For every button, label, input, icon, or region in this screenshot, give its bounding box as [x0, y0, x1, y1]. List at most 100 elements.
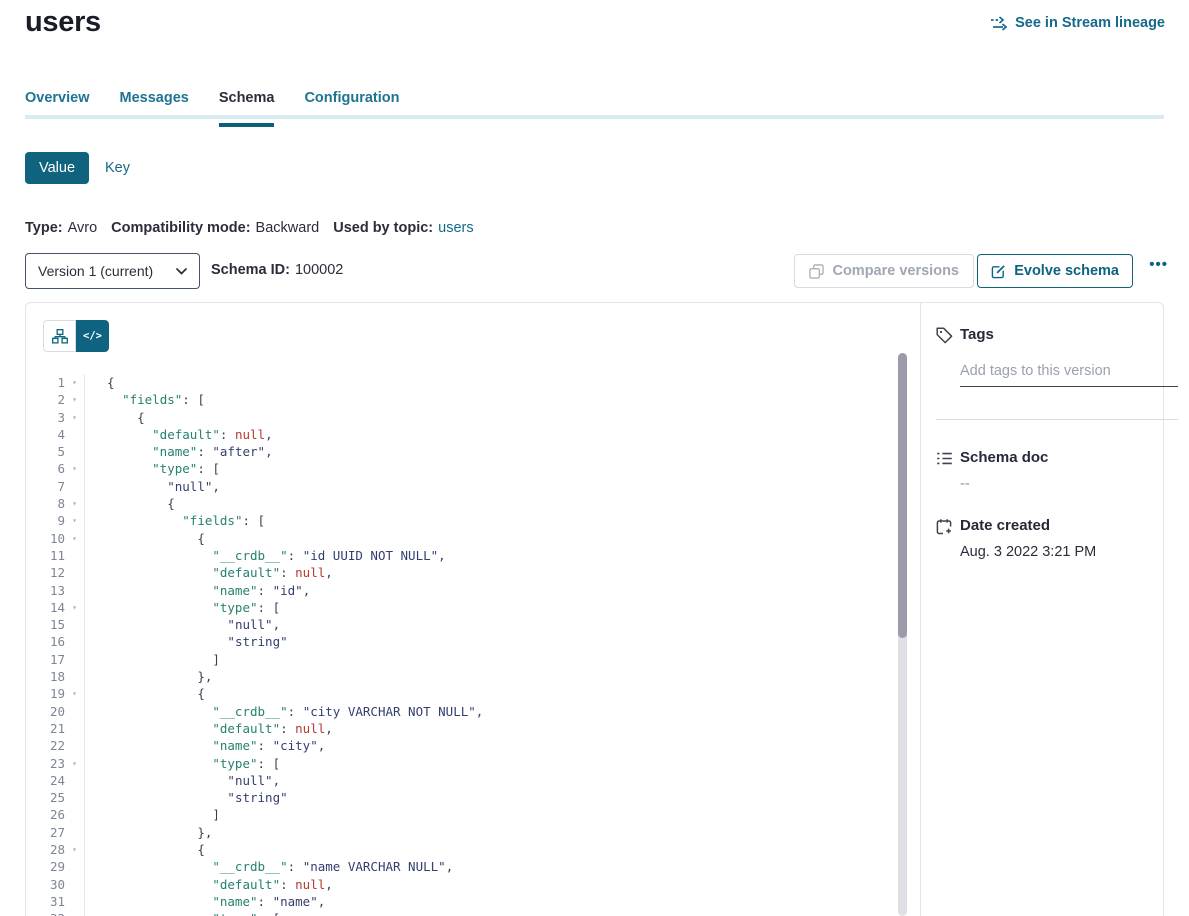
line-number: 6 [26, 460, 65, 477]
line-number: 20 [26, 703, 65, 720]
code-line: 17 ] [26, 651, 898, 668]
tab-overview[interactable]: Overview [25, 90, 90, 127]
code-line: 16 "string" [26, 633, 898, 650]
line-number: 10 [26, 530, 65, 547]
code-text: ] [85, 806, 220, 823]
code-text: "type": [ [85, 599, 280, 616]
code-line: 22 "name": "city", [26, 737, 898, 754]
panel-divider [920, 303, 921, 916]
fold-toggle-icon[interactable]: ▾ [65, 512, 85, 529]
code-text: "null", [85, 478, 220, 495]
fold-toggle-icon[interactable]: ▾ [65, 391, 85, 408]
code-line: 23▾ "type": [ [26, 755, 898, 772]
value-toggle-button[interactable]: Value [25, 152, 89, 184]
schema-doc-icon [936, 450, 954, 468]
code-line: 25 "string" [26, 789, 898, 806]
date-created-title: Date created [960, 517, 1050, 534]
code-text: "null", [85, 772, 280, 789]
line-number: 25 [26, 789, 65, 806]
tab-bar: Overview Messages Schema Configuration [25, 90, 400, 127]
tab-schema[interactable]: Schema [219, 90, 275, 127]
fold-toggle-icon[interactable]: ▾ [65, 495, 85, 512]
fold-toggle-icon[interactable]: ▾ [65, 409, 85, 426]
code-line: 24 "null", [26, 772, 898, 789]
code-view-icon: </> [83, 330, 102, 342]
tab-configuration[interactable]: Configuration [304, 90, 399, 127]
fold-toggle-icon[interactable]: ▾ [65, 599, 85, 616]
line-number: 29 [26, 858, 65, 875]
tab-messages[interactable]: Messages [120, 90, 189, 127]
fold-gutter [65, 893, 85, 910]
tree-view-button[interactable] [43, 320, 76, 352]
fold-toggle-icon[interactable]: ▾ [65, 530, 85, 547]
used-by-topic-link[interactable]: users [438, 220, 473, 236]
code-text: { [85, 530, 205, 547]
fold-toggle-icon[interactable]: ▾ [65, 841, 85, 858]
code-line: 6▾ "type": [ [26, 460, 898, 477]
code-line: 14▾ "type": [ [26, 599, 898, 616]
code-line: 3▾ { [26, 409, 898, 426]
code-text: "null", [85, 616, 280, 633]
fold-gutter [65, 876, 85, 893]
fold-gutter [65, 547, 85, 564]
code-line: 5 "name": "after", [26, 443, 898, 460]
code-line: 30 "default": null, [26, 876, 898, 893]
editor-scrollbar-track[interactable] [898, 353, 907, 916]
code-text: "default": null, [85, 720, 333, 737]
line-number: 32 [26, 910, 65, 916]
more-options-button[interactable]: ••• [1143, 255, 1174, 274]
line-number: 14 [26, 599, 65, 616]
edit-icon [991, 264, 1006, 279]
evolve-schema-button[interactable]: Evolve schema [977, 254, 1133, 288]
stream-lineage-icon [990, 16, 1008, 31]
fold-toggle-icon[interactable]: ▾ [65, 910, 85, 916]
code-text: "type": [ [85, 460, 220, 477]
line-number: 30 [26, 876, 65, 893]
fold-toggle-icon[interactable]: ▾ [65, 374, 85, 391]
code-view-button[interactable]: </> [76, 320, 109, 352]
code-line: 2▾ "fields": [ [26, 391, 898, 408]
compatibility-label: Compatibility mode: [111, 220, 250, 236]
tag-icon [936, 327, 954, 345]
fold-toggle-icon[interactable]: ▾ [65, 755, 85, 772]
fold-gutter [65, 564, 85, 581]
line-number: 7 [26, 478, 65, 495]
code-text: "__crdb__": "id UUID NOT NULL", [85, 547, 446, 564]
schema-doc-value: -- [960, 476, 970, 492]
code-text: "default": null, [85, 876, 333, 893]
line-number: 5 [26, 443, 65, 460]
schema-code-editor[interactable]: 1▾{2▾ "fields": [3▾ {4 "default": null,5… [26, 374, 898, 916]
code-text: "fields": [ [85, 512, 265, 529]
line-number: 24 [26, 772, 65, 789]
schema-meta-row: Type: Avro Compatibility mode: Backward … [25, 220, 474, 236]
line-number: 17 [26, 651, 65, 668]
fold-gutter [65, 668, 85, 685]
schema-doc-title: Schema doc [960, 449, 1048, 466]
fold-gutter [65, 633, 85, 650]
type-value: Avro [68, 220, 98, 236]
fold-toggle-icon[interactable]: ▾ [65, 685, 85, 702]
fold-gutter [65, 720, 85, 737]
editor-scrollbar-thumb[interactable] [898, 353, 907, 638]
schema-id-value: 100002 [295, 262, 343, 278]
schema-id: Schema ID:100002 [211, 262, 343, 278]
compare-versions-button[interactable]: Compare versions [794, 254, 974, 288]
code-line: 32▾ "type": [ [26, 910, 898, 916]
code-text: ] [85, 651, 220, 668]
date-created-value: Aug. 3 2022 3:21 PM [960, 544, 1096, 560]
code-text: "__crdb__": "city VARCHAR NOT NULL", [85, 703, 483, 720]
code-text: { [85, 841, 205, 858]
version-dropdown[interactable]: Version 1 (current) [25, 253, 200, 289]
code-line: 1▾{ [26, 374, 898, 391]
fold-toggle-icon[interactable]: ▾ [65, 460, 85, 477]
fold-gutter [65, 703, 85, 720]
code-line: 31 "name": "name", [26, 893, 898, 910]
code-text: "name": "name", [85, 893, 325, 910]
code-line: 7 "null", [26, 478, 898, 495]
calendar-plus-icon [936, 518, 954, 536]
code-text: "__crdb__": "name VARCHAR NULL", [85, 858, 453, 875]
key-toggle-link[interactable]: Key [105, 160, 130, 176]
fold-gutter [65, 737, 85, 754]
add-tags-input[interactable] [960, 359, 1178, 387]
see-in-stream-lineage-link[interactable]: See in Stream lineage [990, 15, 1165, 31]
